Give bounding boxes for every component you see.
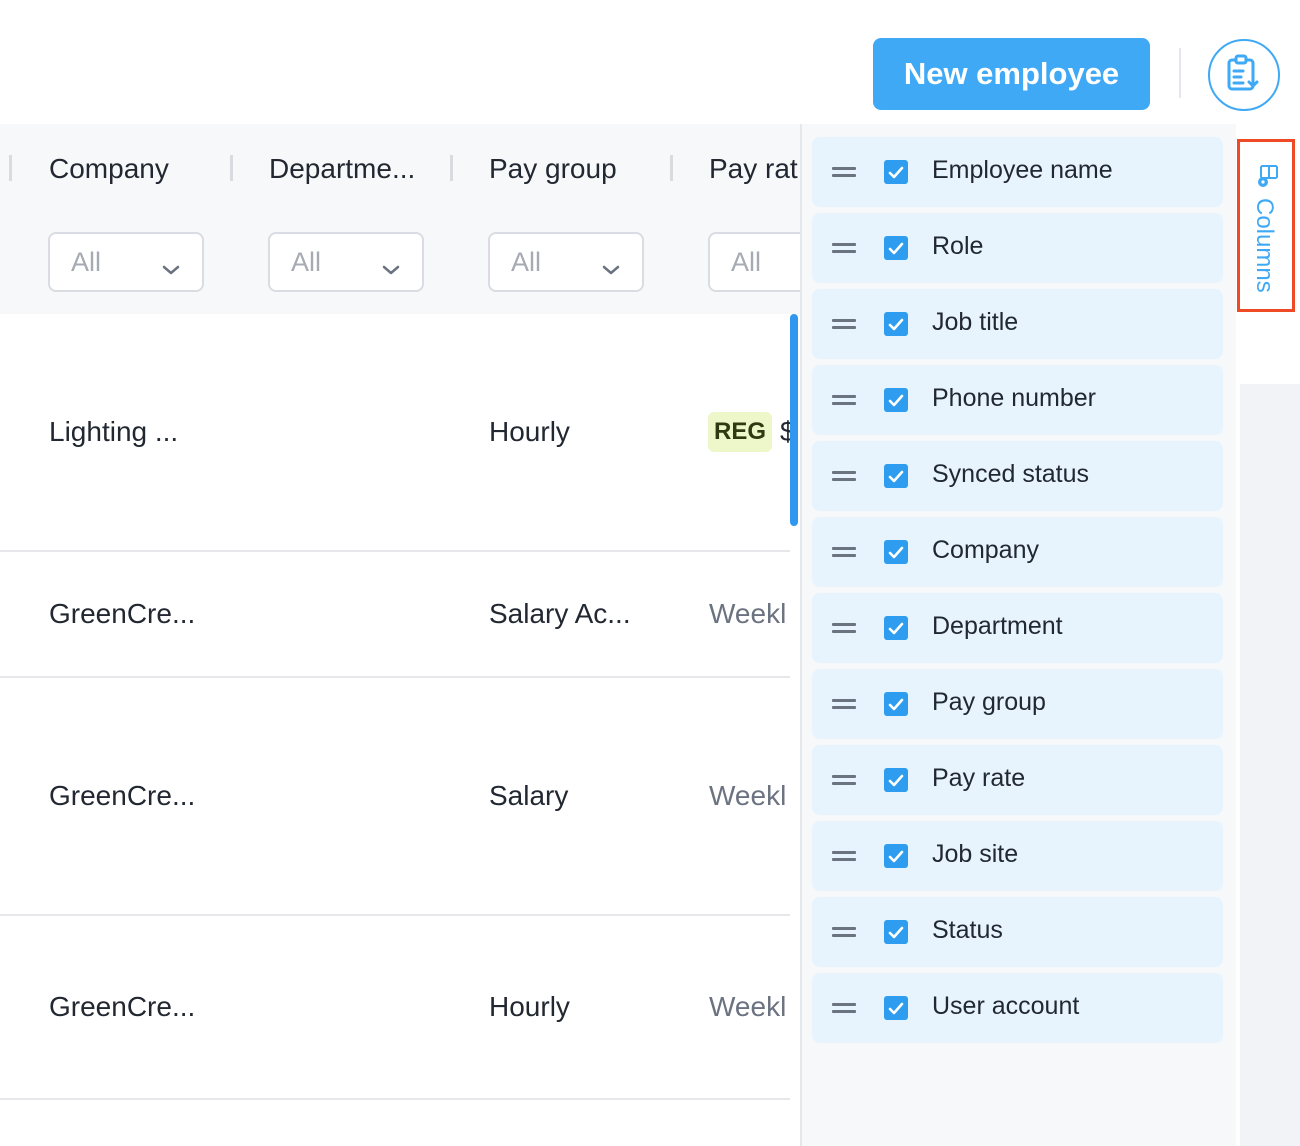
column-visibility-checkbox[interactable] xyxy=(884,844,908,868)
column-item-label: Pay rate xyxy=(932,764,1026,792)
company-cell: Lighting ... xyxy=(49,416,179,447)
row-divider xyxy=(0,550,790,552)
column-item-label: Phone number xyxy=(932,384,1097,412)
column-visibility-checkbox[interactable] xyxy=(884,616,908,640)
column-item-role[interactable]: Role xyxy=(812,213,1223,283)
column-resize-handle[interactable] xyxy=(9,155,12,181)
filter-value: All xyxy=(291,246,322,277)
column-resize-handle[interactable] xyxy=(230,155,233,181)
company-cell: GreenCre... xyxy=(49,598,196,629)
drag-handle-icon[interactable] xyxy=(832,547,856,558)
pay-group-cell: Salary xyxy=(489,780,569,811)
drag-handle-icon[interactable] xyxy=(832,775,856,786)
column-header-company[interactable]: Company xyxy=(49,153,169,185)
column-resize-handle[interactable] xyxy=(450,155,453,181)
drag-handle-icon[interactable] xyxy=(832,851,856,862)
drag-handle-icon[interactable] xyxy=(832,1003,856,1014)
column-item-label: Pay group xyxy=(932,688,1046,716)
column-item-label: Status xyxy=(932,916,1003,944)
column-item-company[interactable]: Company xyxy=(812,517,1223,587)
column-visibility-checkbox[interactable] xyxy=(884,768,908,792)
drag-handle-icon[interactable] xyxy=(832,319,856,330)
company-cell: GreenCre... xyxy=(49,991,196,1022)
column-item-label: Employee name xyxy=(932,156,1113,184)
vertical-scrollbar[interactable] xyxy=(790,314,798,526)
column-visibility-checkbox[interactable] xyxy=(884,540,908,564)
pay-group-filter-select[interactable]: All xyxy=(488,232,644,292)
pay-rate-cell: $ xyxy=(780,416,790,447)
column-item-label: Role xyxy=(932,232,984,260)
column-item-department[interactable]: Department xyxy=(812,593,1223,663)
new-employee-button[interactable]: New employee xyxy=(873,38,1150,110)
filter-value: All xyxy=(511,246,542,277)
column-visibility-checkbox[interactable] xyxy=(884,920,908,944)
pay-group-cell: Salary Ac... xyxy=(489,598,631,629)
column-header-department[interactable]: Departme... xyxy=(269,153,415,185)
row-divider xyxy=(0,676,790,678)
column-item-pay-group[interactable]: Pay group xyxy=(812,669,1223,739)
pay-group-cell: Hourly xyxy=(489,991,570,1022)
pay-type-badge: REG xyxy=(708,412,772,452)
department-filter-select[interactable]: All xyxy=(268,232,424,292)
column-item-phone-number[interactable]: Phone number xyxy=(812,365,1223,435)
column-item-job-site[interactable]: Job site xyxy=(812,821,1223,891)
company-filter-select[interactable]: All xyxy=(48,232,204,292)
row-divider xyxy=(0,914,790,916)
column-item-employee-name[interactable]: Employee name xyxy=(812,137,1223,207)
column-resize-handle[interactable] xyxy=(670,155,673,181)
filter-value: All xyxy=(731,246,762,277)
column-item-synced-status[interactable]: Synced status xyxy=(812,441,1223,511)
drag-handle-icon[interactable] xyxy=(832,927,856,938)
top-toolbar: New employee xyxy=(0,0,1300,124)
chevron-down-icon xyxy=(602,252,620,283)
drag-handle-icon[interactable] xyxy=(832,471,856,482)
company-cell: GreenCre... xyxy=(49,780,196,811)
drag-handle-icon[interactable] xyxy=(832,395,856,406)
pay-rate-cell: Weekl xyxy=(709,991,787,1022)
columns-tab[interactable]: Columns xyxy=(1237,139,1295,312)
column-visibility-checkbox[interactable] xyxy=(884,692,908,716)
column-item-label: Department xyxy=(932,612,1063,640)
column-item-job-title[interactable]: Job title xyxy=(812,289,1223,359)
column-settings-icon xyxy=(1255,164,1281,195)
column-item-label: Synced status xyxy=(932,460,1090,488)
columns-tab-label: Columns xyxy=(1251,198,1278,293)
drag-handle-icon[interactable] xyxy=(832,623,856,634)
column-visibility-checkbox[interactable] xyxy=(884,160,908,184)
drag-handle-icon[interactable] xyxy=(832,167,856,178)
pay-rate-cell: Weekl xyxy=(709,598,787,629)
column-item-label: Job title xyxy=(932,308,1019,336)
chevron-down-icon xyxy=(162,252,180,283)
side-rail-track xyxy=(1240,384,1300,1146)
export-button[interactable] xyxy=(1208,39,1280,111)
clipboard-export-icon xyxy=(1226,54,1262,97)
column-item-pay-rate[interactable]: Pay rate xyxy=(812,745,1223,815)
pay-rate-cell: Weekl xyxy=(709,780,787,811)
pay-group-cell: Hourly xyxy=(489,416,570,447)
column-item-user-account[interactable]: User account xyxy=(812,973,1223,1043)
drag-handle-icon[interactable] xyxy=(832,243,856,254)
drag-handle-icon[interactable] xyxy=(832,699,856,710)
chevron-down-icon xyxy=(382,252,400,283)
column-visibility-checkbox[interactable] xyxy=(884,464,908,488)
column-visibility-checkbox[interactable] xyxy=(884,312,908,336)
column-item-label: User account xyxy=(932,992,1080,1020)
toolbar-divider xyxy=(1179,48,1181,98)
column-item-label: Company xyxy=(932,536,1039,564)
column-header-pay-group[interactable]: Pay group xyxy=(489,153,617,185)
pay-rate-filter-select[interactable]: All xyxy=(708,232,800,292)
column-item-status[interactable]: Status xyxy=(812,897,1223,967)
column-visibility-checkbox[interactable] xyxy=(884,236,908,260)
filter-value: All xyxy=(71,246,102,277)
column-header-pay-rate[interactable]: Pay rat xyxy=(709,153,800,185)
column-visibility-checkbox[interactable] xyxy=(884,388,908,412)
row-divider xyxy=(0,1098,790,1100)
column-visibility-checkbox[interactable] xyxy=(884,996,908,1020)
column-item-label: Job site xyxy=(932,840,1019,868)
